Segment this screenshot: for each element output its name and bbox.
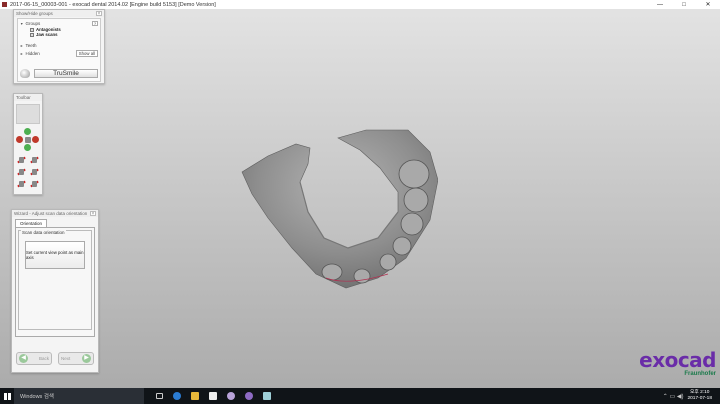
maximize-button[interactable]: □: [672, 2, 696, 8]
trusmile-button[interactable]: TruSmile: [34, 69, 98, 78]
app-tooth-icon[interactable]: [222, 388, 240, 404]
close-button[interactable]: ✕: [696, 1, 720, 8]
system-tray: ⌃ ▭ ◀) 오후 2:10 2017-07-18: [663, 388, 720, 404]
wizard-panel: Wizard - Adjust scan data orientation × …: [11, 209, 99, 373]
show-all-button[interactable]: Show all: [75, 49, 98, 57]
view-left-icon[interactable]: [16, 167, 27, 177]
arrow-right-icon: ▶: [82, 354, 91, 363]
view-front-icon[interactable]: [16, 155, 27, 165]
group-label: Scan data orientation: [21, 230, 66, 235]
view-tool-button[interactable]: [16, 104, 40, 124]
window-titlebar: 2017-06-15_00003-001 - exocad dental 201…: [0, 0, 720, 9]
tooth-icon: [20, 69, 30, 78]
view-bottom-icon[interactable]: [29, 179, 40, 189]
next-label: Next: [61, 356, 71, 361]
expand-triangle-icon: ►: [20, 43, 24, 48]
exocad-app-icon[interactable]: [258, 388, 276, 404]
wizard-navigation: ◀ Back Next ▶: [16, 352, 94, 366]
collapse-triangle-icon: ▼: [20, 21, 24, 26]
edge-browser-icon[interactable]: [168, 388, 186, 404]
visibility-toggle-icon[interactable]: [30, 27, 34, 32]
window-title: 2017-06-15_00003-001 - exocad dental 201…: [10, 1, 216, 8]
teeth-section-header[interactable]: ► Teeth: [18, 41, 100, 49]
store-icon[interactable]: [204, 388, 222, 404]
tooth: [400, 212, 424, 236]
orientation-tab-body: Scan data orientation Set current view p…: [15, 227, 95, 337]
app-icon: [2, 2, 7, 7]
showhide-title: Show/Hide groups: [16, 11, 53, 16]
help-button[interactable]: ?: [92, 20, 98, 26]
panel-close-icon[interactable]: ×: [90, 211, 96, 217]
hidden-section-header[interactable]: ► Hidden Show all: [18, 49, 100, 57]
jaw-scan-3d-view[interactable]: [238, 128, 438, 290]
groups-label: Groups: [25, 20, 41, 26]
toolbar-panel: Toolbar: [13, 93, 43, 195]
task-view-icon[interactable]: [150, 388, 168, 404]
fraunhofer-text: Fraunhofer: [684, 371, 716, 377]
wizard-title-bar: Wizard - Adjust scan data orientation ×: [12, 210, 98, 217]
tooth: [392, 236, 412, 256]
panel-close-icon[interactable]: ×: [96, 11, 102, 17]
showhide-panel: Show/Hide groups × ▼ Groups ? Antagonists…: [13, 9, 105, 84]
tray-icons[interactable]: ⌃ ▭ ◀): [663, 393, 684, 400]
exocad-logo: exocad Fraunhofer: [626, 350, 716, 384]
tab-orientation[interactable]: Orientation: [15, 219, 48, 227]
tooth: [321, 263, 343, 281]
clock[interactable]: 오후 2:10 2017-07-18: [687, 390, 712, 402]
wizard-title: Wizard - Adjust scan data orientation: [14, 211, 88, 216]
view-back-icon[interactable]: [29, 155, 40, 165]
visibility-toggle-icon[interactable]: [30, 32, 34, 37]
group-item-label: Jaw scans: [36, 32, 58, 37]
scan-orientation-group: Scan data orientation Set current view p…: [18, 230, 92, 330]
file-explorer-icon[interactable]: [186, 388, 204, 404]
toolbar-title-bar: Toolbar: [14, 94, 42, 101]
next-button[interactable]: Next ▶: [58, 352, 94, 365]
showhide-body: ▼ Groups ? Antagonists Jaw scans ► Teeth ►…: [17, 18, 101, 82]
toolbar-title: Toolbar: [16, 95, 31, 100]
view-right-icon[interactable]: [29, 167, 40, 177]
view-direction-grid: [16, 155, 40, 189]
groups-section-header[interactable]: ▼ Groups ?: [18, 19, 100, 27]
clock-date: 2017-07-18: [687, 396, 712, 401]
minimize-button[interactable]: —: [648, 2, 672, 8]
tooth: [379, 253, 397, 271]
tooth: [403, 187, 429, 213]
back-label: Back: [38, 356, 49, 361]
expand-triangle-icon: ►: [20, 51, 24, 56]
trusmile-row: TruSmile: [20, 68, 98, 79]
arrow-left-icon: ◀: [19, 354, 28, 363]
back-button[interactable]: ◀ Back: [16, 352, 52, 365]
rotate-arrows-icon[interactable]: [16, 128, 40, 152]
windows-logo-icon: [3, 392, 11, 400]
taskbar-search[interactable]: Windows 검색: [14, 388, 144, 404]
view-top-icon[interactable]: [16, 179, 27, 189]
hidden-label: Hidden: [25, 50, 40, 56]
taskbar: Windows 검색 ⌃ ▭ ◀) 오후 2:10 2017-07-18: [0, 388, 720, 404]
showhide-title-bar: Show/Hide groups ×: [14, 10, 104, 17]
app-tooth-icon-2[interactable]: [240, 388, 258, 404]
brand-text: exocad: [639, 348, 716, 372]
group-item-jaw-scans[interactable]: Jaw scans: [18, 32, 100, 37]
tooth: [398, 159, 430, 189]
set-main-axis-button[interactable]: Set current view point as main axis: [25, 241, 85, 269]
taskbar-apps: [150, 388, 276, 404]
start-button[interactable]: [0, 388, 14, 404]
teeth-label: Teeth: [25, 42, 37, 48]
